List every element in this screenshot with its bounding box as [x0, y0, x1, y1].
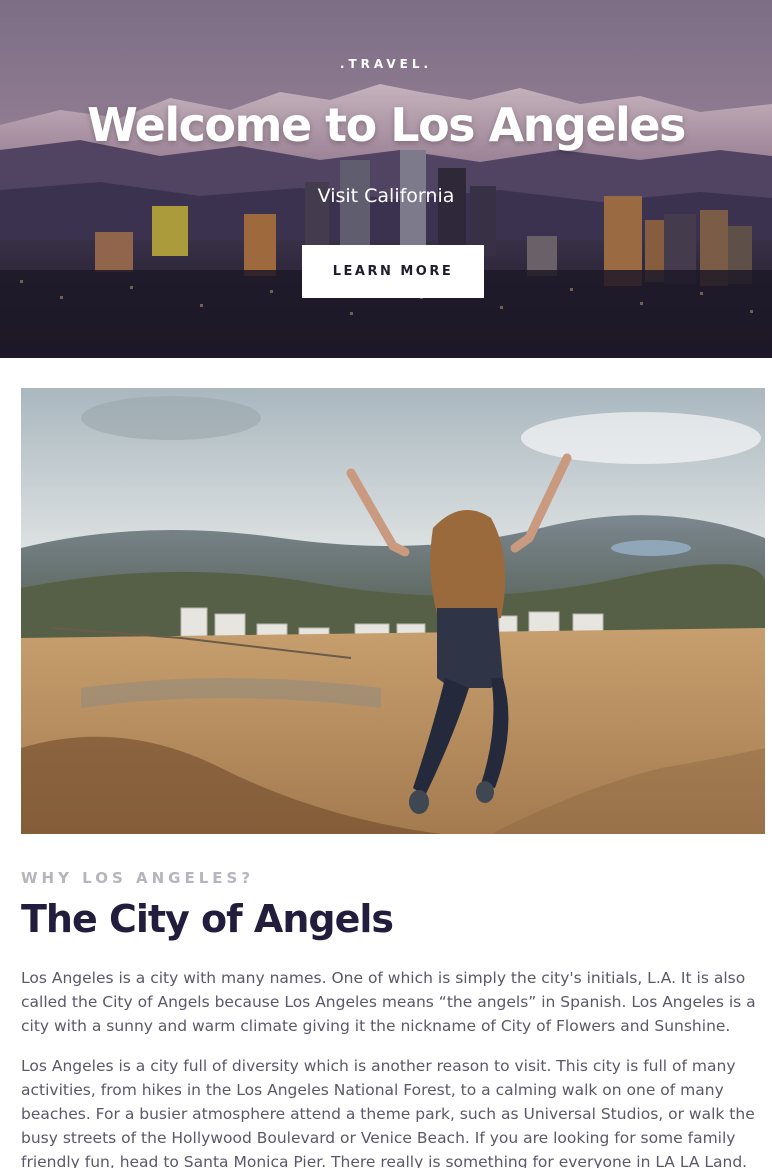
skyline-background-image — [0, 0, 772, 358]
hike-photo-illustration — [21, 388, 765, 834]
learn-more-button[interactable]: LEARN MORE — [302, 245, 484, 298]
hollywood-hike-photo — [21, 388, 765, 834]
article-paragraph: Los Angeles is a city with many names. O… — [21, 969, 756, 1035]
hero-title: Welcome to Los Angeles — [87, 98, 686, 152]
article-title: The City of Angels — [21, 897, 394, 941]
hero-subtitle: Visit California — [317, 185, 455, 207]
hero-tagline: .TRAVEL. — [339, 57, 433, 71]
hero-banner: .TRAVEL. Welcome to Los Angeles Visit Ca… — [0, 0, 772, 358]
page: .TRAVEL. Welcome to Los Angeles Visit Ca… — [0, 0, 772, 1168]
section-eyebrow: WHY LOS ANGELES? — [21, 869, 255, 887]
article-paragraph: Los Angeles is a city full of diversity … — [21, 1057, 755, 1168]
